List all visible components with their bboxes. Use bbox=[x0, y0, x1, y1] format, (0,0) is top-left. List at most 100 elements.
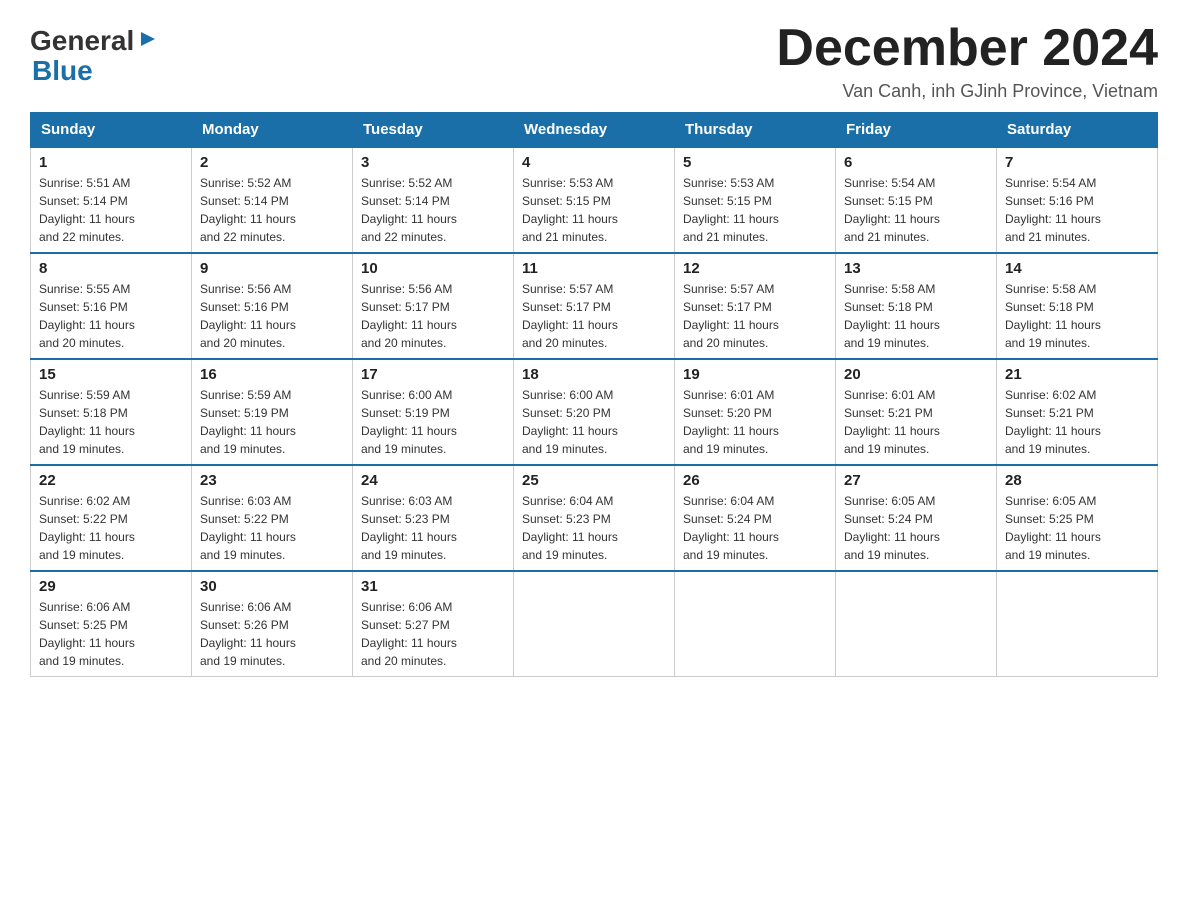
logo-general-text: General bbox=[30, 25, 134, 57]
header-saturday: Saturday bbox=[997, 113, 1158, 148]
calendar-cell: 3 Sunrise: 5:52 AMSunset: 5:14 PMDaylight… bbox=[353, 147, 514, 253]
day-info: Sunrise: 5:52 AMSunset: 5:14 PMDaylight:… bbox=[361, 174, 505, 246]
header-sunday: Sunday bbox=[31, 113, 192, 148]
day-info: Sunrise: 5:53 AMSunset: 5:15 PMDaylight:… bbox=[683, 174, 827, 246]
day-info: Sunrise: 5:52 AMSunset: 5:14 PMDaylight:… bbox=[200, 174, 344, 246]
day-number: 16 bbox=[200, 366, 344, 383]
day-number: 13 bbox=[844, 260, 988, 277]
day-number: 22 bbox=[39, 472, 183, 489]
calendar-cell: 5 Sunrise: 5:53 AMSunset: 5:15 PMDaylight… bbox=[675, 147, 836, 253]
day-number: 6 bbox=[844, 154, 988, 171]
day-number: 17 bbox=[361, 366, 505, 383]
day-number: 24 bbox=[361, 472, 505, 489]
day-info: Sunrise: 6:01 AMSunset: 5:21 PMDaylight:… bbox=[844, 386, 988, 458]
calendar-cell: 23 Sunrise: 6:03 AMSunset: 5:22 PMDayligh… bbox=[192, 465, 353, 571]
calendar-cell: 18 Sunrise: 6:00 AMSunset: 5:20 PMDayligh… bbox=[514, 359, 675, 465]
calendar-cell: 24 Sunrise: 6:03 AMSunset: 5:23 PMDayligh… bbox=[353, 465, 514, 571]
week-row-5: 29 Sunrise: 6:06 AMSunset: 5:25 PMDayligh… bbox=[31, 571, 1158, 677]
calendar-cell: 19Sunrise: 6:01 AMSunset: 5:20 PMDayligh… bbox=[675, 359, 836, 465]
day-info: Sunrise: 5:58 AMSunset: 5:18 PMDaylight:… bbox=[1005, 280, 1149, 352]
day-info: Sunrise: 6:04 AMSunset: 5:24 PMDaylight:… bbox=[683, 492, 827, 564]
calendar-cell: 12 Sunrise: 5:57 AMSunset: 5:17 PMDayligh… bbox=[675, 253, 836, 359]
day-info: Sunrise: 5:53 AMSunset: 5:15 PMDaylight:… bbox=[522, 174, 666, 246]
calendar-cell: 6 Sunrise: 5:54 AMSunset: 5:15 PMDaylight… bbox=[836, 147, 997, 253]
day-info: Sunrise: 5:57 AMSunset: 5:17 PMDaylight:… bbox=[522, 280, 666, 352]
calendar-cell: 26 Sunrise: 6:04 AMSunset: 5:24 PMDayligh… bbox=[675, 465, 836, 571]
day-number: 3 bbox=[361, 154, 505, 171]
day-info: Sunrise: 5:58 AMSunset: 5:18 PMDaylight:… bbox=[844, 280, 988, 352]
header-friday: Friday bbox=[836, 113, 997, 148]
day-info: Sunrise: 5:57 AMSunset: 5:17 PMDaylight:… bbox=[683, 280, 827, 352]
calendar-cell: 28Sunrise: 6:05 AMSunset: 5:25 PMDayligh… bbox=[997, 465, 1158, 571]
week-row-1: 1Sunrise: 5:51 AMSunset: 5:14 PMDaylight… bbox=[31, 147, 1158, 253]
calendar-cell bbox=[675, 571, 836, 677]
calendar-cell: 27Sunrise: 6:05 AMSunset: 5:24 PMDayligh… bbox=[836, 465, 997, 571]
logo-general: General bbox=[30, 25, 159, 57]
day-number: 27 bbox=[844, 472, 988, 489]
day-number: 26 bbox=[683, 472, 827, 489]
calendar-cell: 14 Sunrise: 5:58 AMSunset: 5:18 PMDayligh… bbox=[997, 253, 1158, 359]
day-number: 10 bbox=[361, 260, 505, 277]
month-title: December 2024 bbox=[776, 20, 1158, 77]
day-number: 7 bbox=[1005, 154, 1149, 171]
day-info: Sunrise: 6:01 AMSunset: 5:20 PMDaylight:… bbox=[683, 386, 827, 458]
title-block: December 2024 Van Canh, inh GJinh Provin… bbox=[776, 20, 1158, 102]
day-info: Sunrise: 6:04 AMSunset: 5:23 PMDaylight:… bbox=[522, 492, 666, 564]
calendar-cell: 10Sunrise: 5:56 AMSunset: 5:17 PMDayligh… bbox=[353, 253, 514, 359]
day-info: Sunrise: 6:06 AMSunset: 5:27 PMDaylight:… bbox=[361, 598, 505, 670]
calendar-cell: 25Sunrise: 6:04 AMSunset: 5:23 PMDayligh… bbox=[514, 465, 675, 571]
page-header: General Blue December 2024 Van Canh, inh… bbox=[30, 20, 1158, 102]
day-number: 2 bbox=[200, 154, 344, 171]
calendar-cell: 16Sunrise: 5:59 AMSunset: 5:19 PMDayligh… bbox=[192, 359, 353, 465]
calendar-cell: 9 Sunrise: 5:56 AMSunset: 5:16 PMDaylight… bbox=[192, 253, 353, 359]
calendar-cell: 13 Sunrise: 5:58 AMSunset: 5:18 PMDayligh… bbox=[836, 253, 997, 359]
header-monday: Monday bbox=[192, 113, 353, 148]
header-thursday: Thursday bbox=[675, 113, 836, 148]
header-tuesday: Tuesday bbox=[353, 113, 514, 148]
calendar-cell: 4 Sunrise: 5:53 AMSunset: 5:15 PMDaylight… bbox=[514, 147, 675, 253]
day-info: Sunrise: 6:03 AMSunset: 5:23 PMDaylight:… bbox=[361, 492, 505, 564]
calendar-cell: 11Sunrise: 5:57 AMSunset: 5:17 PMDayligh… bbox=[514, 253, 675, 359]
day-number: 9 bbox=[200, 260, 344, 277]
calendar-cell: 31 Sunrise: 6:06 AMSunset: 5:27 PMDayligh… bbox=[353, 571, 514, 677]
day-number: 30 bbox=[200, 578, 344, 595]
calendar-cell: 17 Sunrise: 6:00 AMSunset: 5:19 PMDayligh… bbox=[353, 359, 514, 465]
day-number: 1 bbox=[39, 154, 183, 171]
week-row-4: 22 Sunrise: 6:02 AMSunset: 5:22 PMDayligh… bbox=[31, 465, 1158, 571]
day-number: 20 bbox=[844, 366, 988, 383]
calendar-cell: 2 Sunrise: 5:52 AMSunset: 5:14 PMDaylight… bbox=[192, 147, 353, 253]
day-number: 21 bbox=[1005, 366, 1149, 383]
week-row-3: 15Sunrise: 5:59 AMSunset: 5:18 PMDayligh… bbox=[31, 359, 1158, 465]
logo: General Blue bbox=[30, 20, 159, 87]
calendar-cell: 21Sunrise: 6:02 AMSunset: 5:21 PMDayligh… bbox=[997, 359, 1158, 465]
location-title: Van Canh, inh GJinh Province, Vietnam bbox=[776, 81, 1158, 102]
day-number: 28 bbox=[1005, 472, 1149, 489]
day-info: Sunrise: 6:00 AMSunset: 5:19 PMDaylight:… bbox=[361, 386, 505, 458]
day-number: 5 bbox=[683, 154, 827, 171]
calendar-cell: 22 Sunrise: 6:02 AMSunset: 5:22 PMDayligh… bbox=[31, 465, 192, 571]
calendar-cell: 1Sunrise: 5:51 AMSunset: 5:14 PMDaylight… bbox=[31, 147, 192, 253]
calendar-cell: 20 Sunrise: 6:01 AMSunset: 5:21 PMDayligh… bbox=[836, 359, 997, 465]
logo-icon bbox=[137, 26, 159, 57]
calendar-cell: 15Sunrise: 5:59 AMSunset: 5:18 PMDayligh… bbox=[31, 359, 192, 465]
day-number: 15 bbox=[39, 366, 183, 383]
day-number: 23 bbox=[200, 472, 344, 489]
day-number: 31 bbox=[361, 578, 505, 595]
calendar-cell: 29 Sunrise: 6:06 AMSunset: 5:25 PMDayligh… bbox=[31, 571, 192, 677]
day-info: Sunrise: 5:54 AMSunset: 5:15 PMDaylight:… bbox=[844, 174, 988, 246]
day-info: Sunrise: 6:00 AMSunset: 5:20 PMDaylight:… bbox=[522, 386, 666, 458]
day-number: 29 bbox=[39, 578, 183, 595]
day-number: 4 bbox=[522, 154, 666, 171]
week-row-2: 8Sunrise: 5:55 AMSunset: 5:16 PMDaylight… bbox=[31, 253, 1158, 359]
day-info: Sunrise: 6:06 AMSunset: 5:26 PMDaylight:… bbox=[200, 598, 344, 670]
day-number: 18 bbox=[522, 366, 666, 383]
calendar-cell: 30 Sunrise: 6:06 AMSunset: 5:26 PMDayligh… bbox=[192, 571, 353, 677]
day-number: 14 bbox=[1005, 260, 1149, 277]
calendar-header-row: SundayMondayTuesdayWednesdayThursdayFrid… bbox=[31, 113, 1158, 148]
day-info: Sunrise: 6:03 AMSunset: 5:22 PMDaylight:… bbox=[200, 492, 344, 564]
day-info: Sunrise: 5:56 AMSunset: 5:16 PMDaylight:… bbox=[200, 280, 344, 352]
day-info: Sunrise: 6:02 AMSunset: 5:22 PMDaylight:… bbox=[39, 492, 183, 564]
day-number: 12 bbox=[683, 260, 827, 277]
calendar-cell bbox=[514, 571, 675, 677]
day-info: Sunrise: 6:06 AMSunset: 5:25 PMDaylight:… bbox=[39, 598, 183, 670]
